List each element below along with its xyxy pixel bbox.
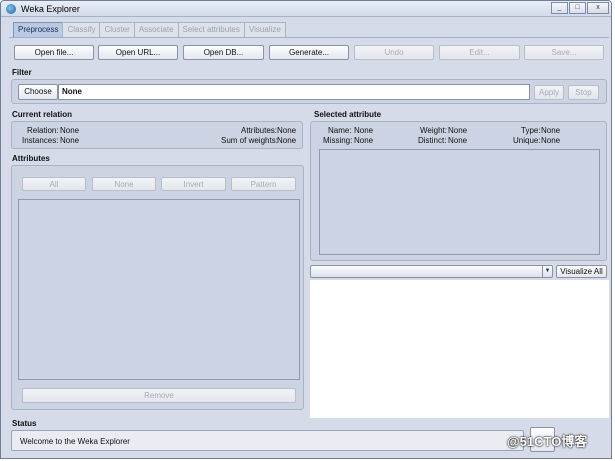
open-url-button[interactable]: Open URL... <box>98 45 178 60</box>
instances-label: Instances: <box>22 136 59 145</box>
class-attribute-dropdown[interactable]: ▼ <box>310 265 553 278</box>
attribute-visualization-area <box>310 280 609 418</box>
relation-label: Relation: <box>27 126 59 135</box>
tab-preprocess[interactable]: Preprocess <box>13 22 64 38</box>
undo-button[interactable]: Undo <box>354 45 434 60</box>
minimize-button[interactable]: _ <box>551 2 568 14</box>
selected-attribute-label: Selected attribute <box>314 110 382 119</box>
attr-type-label: Type: <box>521 126 541 135</box>
tab-cluster[interactable]: Cluster <box>99 22 135 37</box>
attr-distinct-value: None <box>448 136 468 145</box>
sum-of-weights-value: None <box>277 136 297 145</box>
sum-of-weights-label: Sum of weights: <box>221 136 278 145</box>
weka-explorer-window: Weka Explorer _ □ x Preprocess Classify … <box>0 0 612 459</box>
generate-button[interactable]: Generate... <box>269 45 349 60</box>
instances-value: None <box>60 136 80 145</box>
attr-weight-label: Weight: <box>420 126 447 135</box>
select-all-button[interactable]: All <box>22 177 86 191</box>
weka-app-icon <box>6 4 16 14</box>
attributes-label: Attributes <box>12 154 50 163</box>
window-controls: _ □ x <box>550 2 609 14</box>
filter-label: Filter <box>12 68 32 77</box>
status-bar: Welcome to the Weka Explorer <box>11 430 524 451</box>
choose-filter-button[interactable]: Choose <box>18 84 58 100</box>
current-relation-label: Current relation <box>12 110 73 119</box>
edit-button[interactable]: Edit... <box>439 45 520 60</box>
tab-associate[interactable]: Associate <box>133 22 179 37</box>
attribute-stats-table[interactable] <box>319 149 600 255</box>
attr-distinct-label: Distinct: <box>418 136 447 145</box>
chevron-down-icon[interactable]: ▼ <box>542 266 552 277</box>
open-file-button[interactable]: Open file... <box>14 45 94 60</box>
attributes-count-value: None <box>277 126 297 135</box>
stop-filter-button[interactable]: Stop <box>568 85 599 100</box>
save-button[interactable]: Save... <box>524 45 604 60</box>
open-db-button[interactable]: Open DB... <box>183 45 264 60</box>
status-label: Status <box>12 419 37 428</box>
filter-field[interactable]: None <box>58 84 530 100</box>
tab-visualize[interactable]: Visualize <box>243 22 286 37</box>
attr-unique-label: Unique: <box>513 136 541 145</box>
attributes-count-label: Attributes: <box>241 126 278 135</box>
visualize-all-button[interactable]: Visualize All <box>556 265 607 278</box>
attr-weight-value: None <box>448 126 468 135</box>
close-button[interactable]: x <box>587 2 609 14</box>
title-bar: Weka Explorer _ □ x <box>1 1 611 17</box>
attr-missing-value: None <box>354 136 374 145</box>
attributes-table[interactable] <box>18 199 300 380</box>
status-message: Welcome to the Weka Explorer <box>20 437 130 446</box>
attr-unique-value: None <box>541 136 561 145</box>
attr-missing-label: Missing: <box>323 136 353 145</box>
window-title: Weka Explorer <box>21 4 80 14</box>
select-none-button[interactable]: None <box>92 177 156 191</box>
maximize-button[interactable]: □ <box>569 2 586 14</box>
attr-name-label: Name: <box>328 126 352 135</box>
tab-panel-divider <box>9 37 609 38</box>
attr-name-value: None <box>354 126 374 135</box>
attr-type-value: None <box>541 126 561 135</box>
tab-bar: Preprocess Classify Cluster Associate Se… <box>13 22 286 38</box>
watermark-text: @51CTO博客 <box>507 434 588 449</box>
pattern-button[interactable]: Pattern <box>231 177 296 191</box>
tab-select-attributes[interactable]: Select attributes <box>177 22 245 37</box>
apply-filter-button[interactable]: Apply <box>534 85 564 100</box>
relation-value: None <box>60 126 80 135</box>
invert-selection-button[interactable]: Invert <box>161 177 226 191</box>
tab-classify[interactable]: Classify <box>62 22 101 37</box>
remove-attributes-button[interactable]: Remove <box>22 388 296 403</box>
